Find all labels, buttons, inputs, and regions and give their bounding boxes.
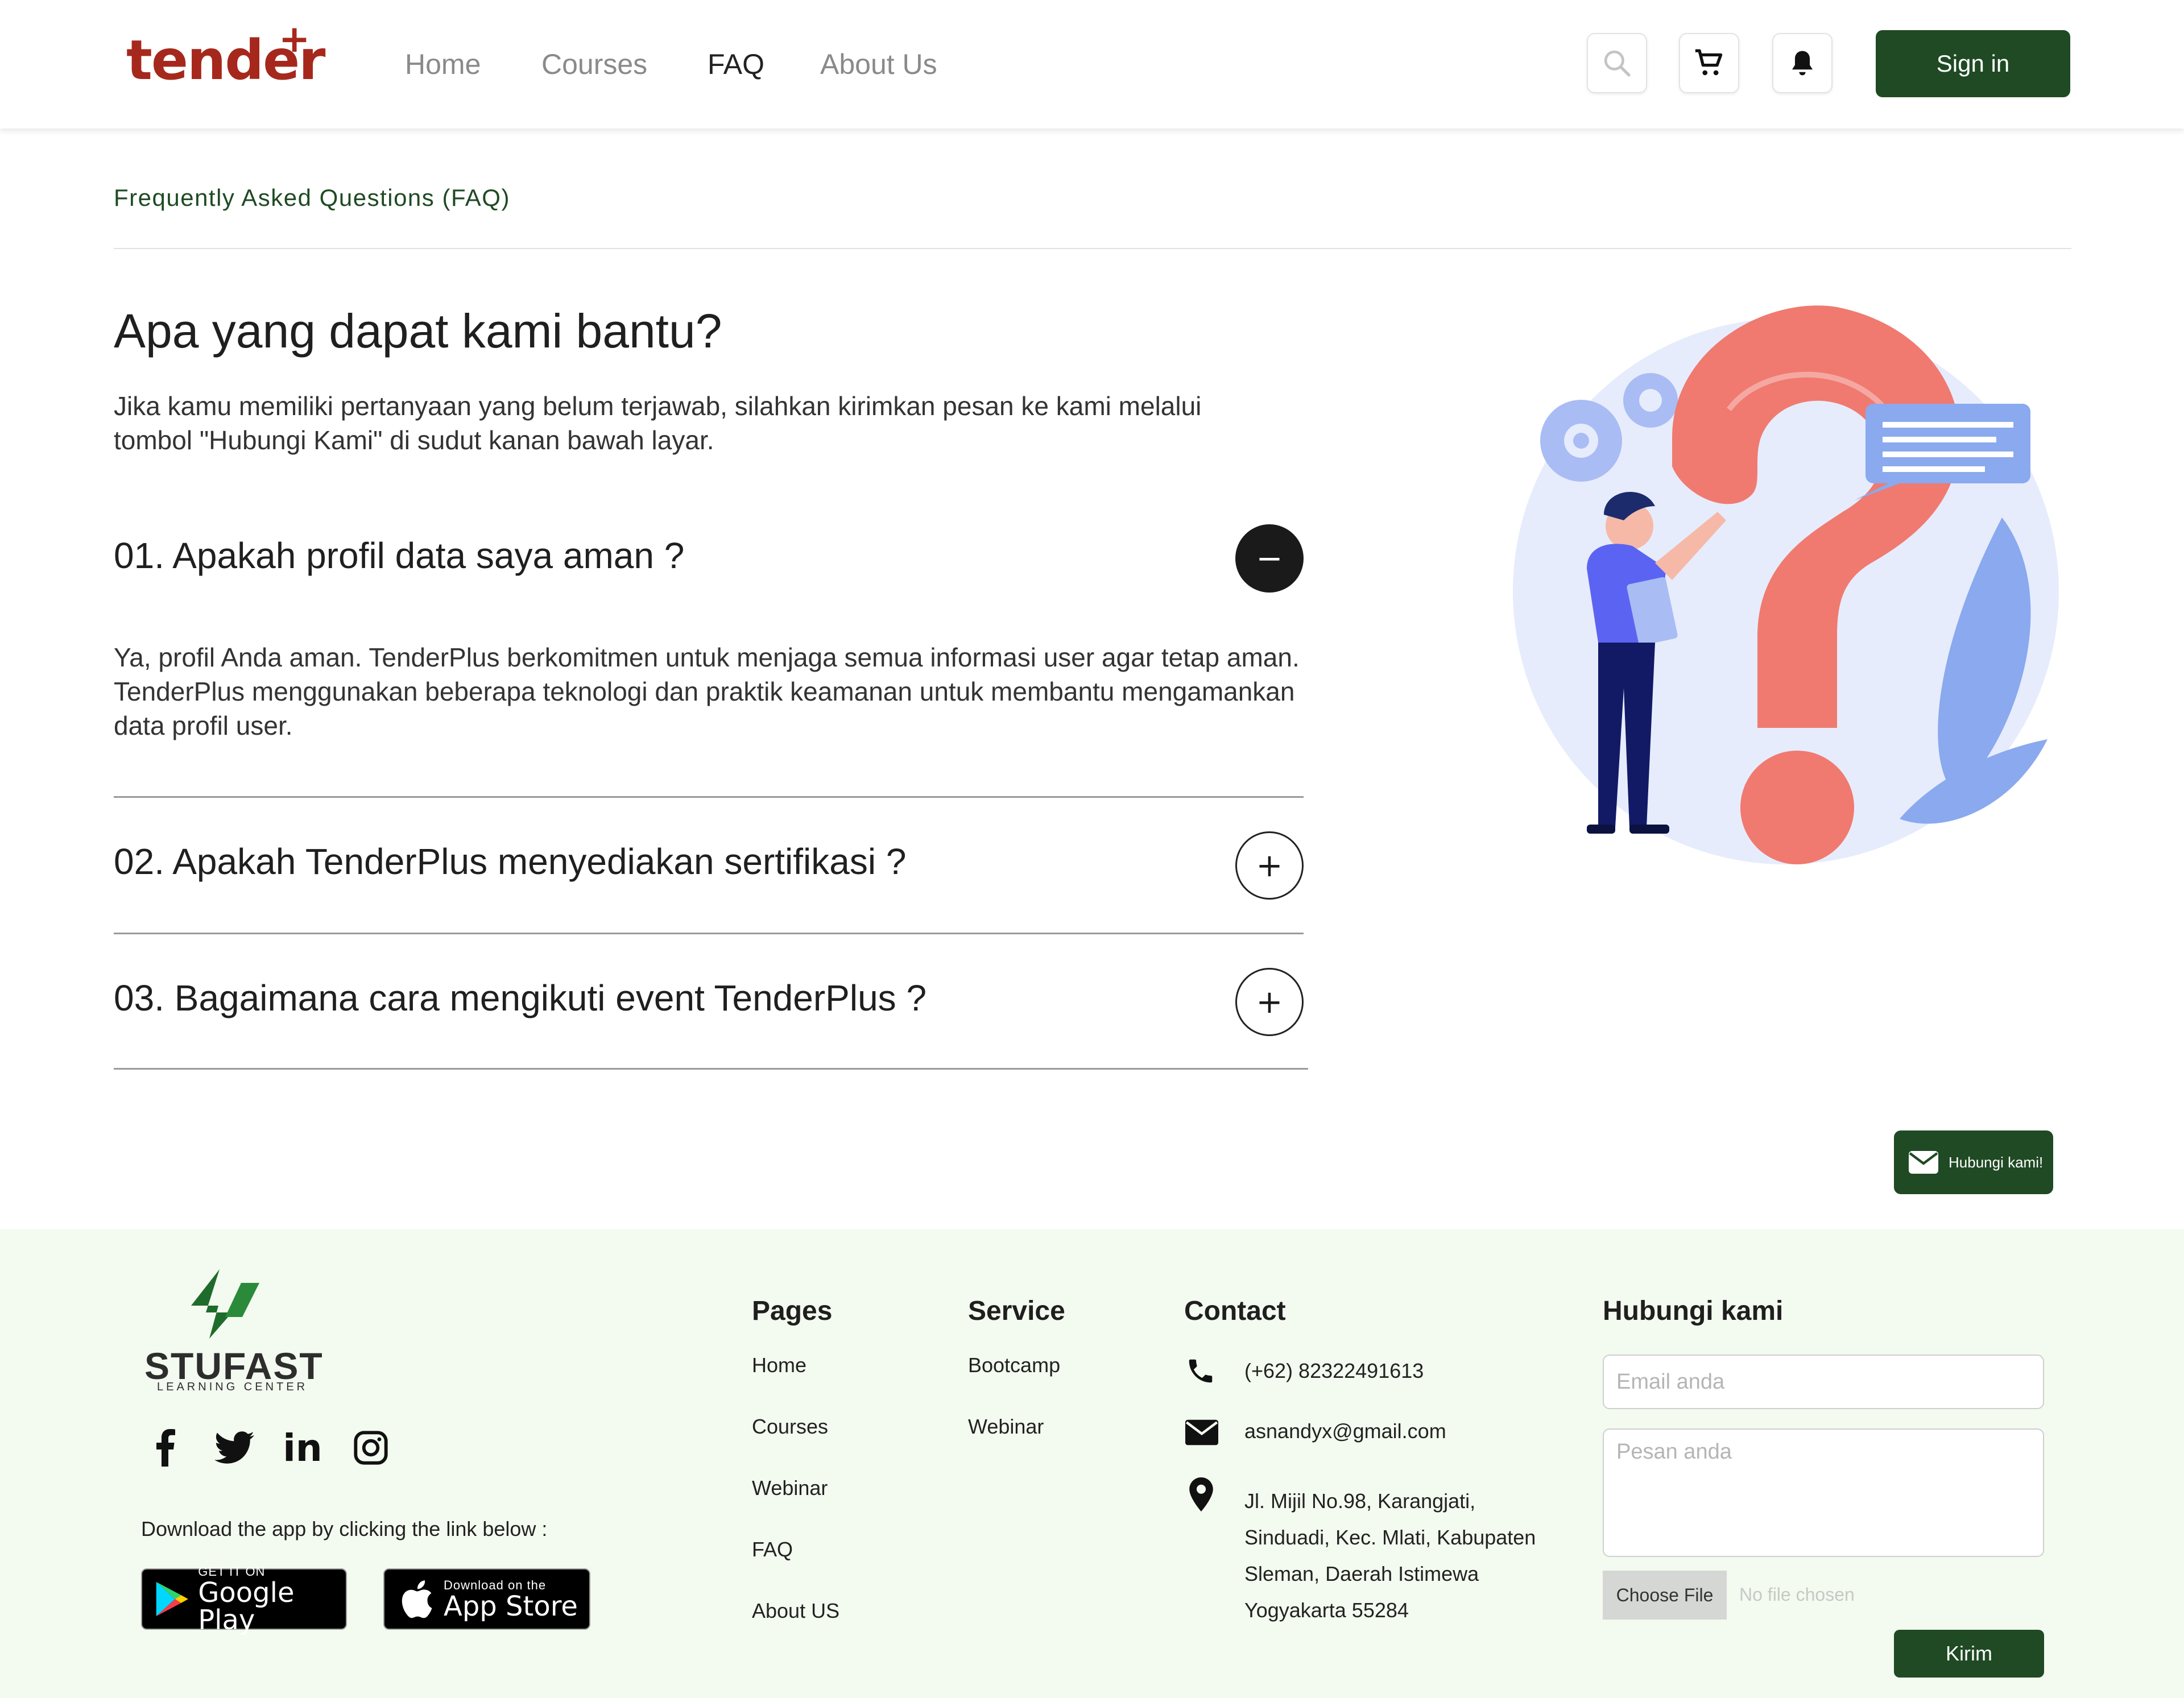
app-store-big-text: App Store <box>444 1591 578 1622</box>
footer-link-bootcamp[interactable]: Bootcamp <box>968 1353 1060 1377</box>
contact-form-heading: Hubungi kami <box>1603 1296 1784 1326</box>
page-title: Apa yang dapat kami bantu? <box>114 304 722 358</box>
footer-service-heading: Service <box>968 1296 1065 1326</box>
download-app-text: Download the app by clicking the link be… <box>141 1517 548 1540</box>
address-line: Sinduadi, Kec. Mlati, Kabupaten <box>1244 1526 1536 1549</box>
sign-in-button[interactable]: Sign in <box>1876 30 2070 97</box>
footer-link-faq[interactable]: FAQ <box>752 1538 793 1562</box>
expand-button[interactable]: + <box>1235 831 1304 900</box>
footer-link-about-us[interactable]: About US <box>752 1599 839 1623</box>
expand-button[interactable]: + <box>1235 968 1304 1036</box>
faq-divider <box>114 933 1304 934</box>
nav-home[interactable]: Home <box>405 48 481 81</box>
address-line: Jl. Mijil No.98, Karangjati, <box>1244 1489 1476 1513</box>
gear-icon <box>1623 373 1678 428</box>
faq-divider <box>114 796 1304 798</box>
address-line: Yogyakarta 55284 <box>1244 1598 1409 1622</box>
twitter-link[interactable] <box>212 1425 257 1471</box>
footer-contact-heading: Contact <box>1184 1296 1286 1326</box>
faq-divider <box>114 1068 1308 1070</box>
search-button[interactable] <box>1587 33 1647 93</box>
linkedin-link[interactable]: in <box>280 1425 325 1471</box>
linkedin-icon: in <box>283 1426 322 1470</box>
faq-answer-1: Ya, profil Anda aman. TenderPlus berkomi… <box>114 643 1300 740</box>
location-pin-icon <box>1189 1477 1213 1511</box>
footer-link-webinar[interactable]: Webinar <box>752 1476 828 1500</box>
hubungi-kami-label: Hubungi kami! <box>1949 1153 2044 1171</box>
faq-question-3[interactable]: 03. Bagaimana cara mengikuti event Tende… <box>114 977 926 1019</box>
footer-pages-heading: Pages <box>752 1296 833 1326</box>
facebook-link[interactable] <box>142 1425 188 1471</box>
section-divider <box>114 248 2071 249</box>
google-play-button[interactable]: GET IT ON Google Play <box>141 1564 347 1634</box>
minus-icon: − <box>1256 540 1283 577</box>
contact-phone: (+62) 82322491613 <box>1244 1359 1424 1382</box>
instagram-link[interactable] <box>348 1425 394 1471</box>
google-play-big-text: Google Play <box>198 1577 295 1636</box>
contact-address: Jl. Mijil No.98, Karangjati, Sinduadi, K… <box>1244 1483 1536 1629</box>
footer-brand-tagline: LEARNING CENTER <box>157 1381 308 1393</box>
file-status-text: No file chosen <box>1739 1584 1855 1605</box>
nav-about-us[interactable]: About Us <box>820 48 937 81</box>
tenderplus-logo[interactable]: tender + <box>126 17 326 92</box>
email-input[interactable] <box>1603 1355 2044 1409</box>
message-textarea[interactable] <box>1603 1428 2044 1557</box>
contact-email: asnandyx@gmail.com <box>1244 1419 1446 1443</box>
plus-icon: + <box>1256 983 1283 1021</box>
faq-illustration <box>1513 305 2059 864</box>
bell-icon <box>1792 51 1813 76</box>
mail-icon <box>1909 1151 1938 1174</box>
choose-file-button[interactable]: Choose File <box>1603 1571 1727 1620</box>
stufast-logo-mark <box>191 1269 259 1339</box>
notification-button[interactable] <box>1772 33 1833 93</box>
gear-icon <box>1540 400 1622 482</box>
phone-icon <box>1189 1359 1213 1383</box>
logo-plus: + <box>279 17 310 61</box>
top-navbar: tender + Home Courses FAQ About Us Sign i… <box>0 0 2184 129</box>
footer-link-service-webinar[interactable]: Webinar <box>968 1415 1044 1439</box>
footer-link-courses[interactable]: Courses <box>752 1415 828 1439</box>
breadcrumb: Frequently Asked Questions (FAQ) <box>114 184 510 211</box>
google-play-icon <box>156 1581 188 1617</box>
twitter-icon <box>214 1431 254 1464</box>
nav-courses[interactable]: Courses <box>541 48 647 81</box>
plus-icon: + <box>1256 847 1283 884</box>
faq-question-1[interactable]: 01. Apakah profil data saya aman ? <box>114 535 684 577</box>
collapse-button[interactable]: − <box>1235 524 1304 593</box>
facebook-icon <box>156 1429 175 1467</box>
app-store-button[interactable]: Download on the App Store <box>383 1568 590 1630</box>
cart-icon <box>1695 49 1723 76</box>
faq-question-2[interactable]: 02. Apakah TenderPlus menyediakan sertif… <box>114 840 906 883</box>
apple-icon <box>402 1580 432 1618</box>
instagram-icon <box>354 1431 388 1465</box>
submit-button[interactable]: Kirim <box>1894 1630 2044 1678</box>
email-icon <box>1185 1419 1218 1446</box>
search-icon <box>1604 50 1631 77</box>
hubungi-kami-floating-button[interactable]: Hubungi kami! <box>1894 1130 2053 1194</box>
footer-link-home[interactable]: Home <box>752 1353 806 1377</box>
page-subtitle: Jika kamu memiliki pertanyaan yang belum… <box>114 391 1202 455</box>
nav-faq[interactable]: FAQ <box>708 48 764 81</box>
cart-button[interactable] <box>1679 33 1739 93</box>
address-line: Sleman, Daerah Istimewa <box>1244 1562 1479 1585</box>
